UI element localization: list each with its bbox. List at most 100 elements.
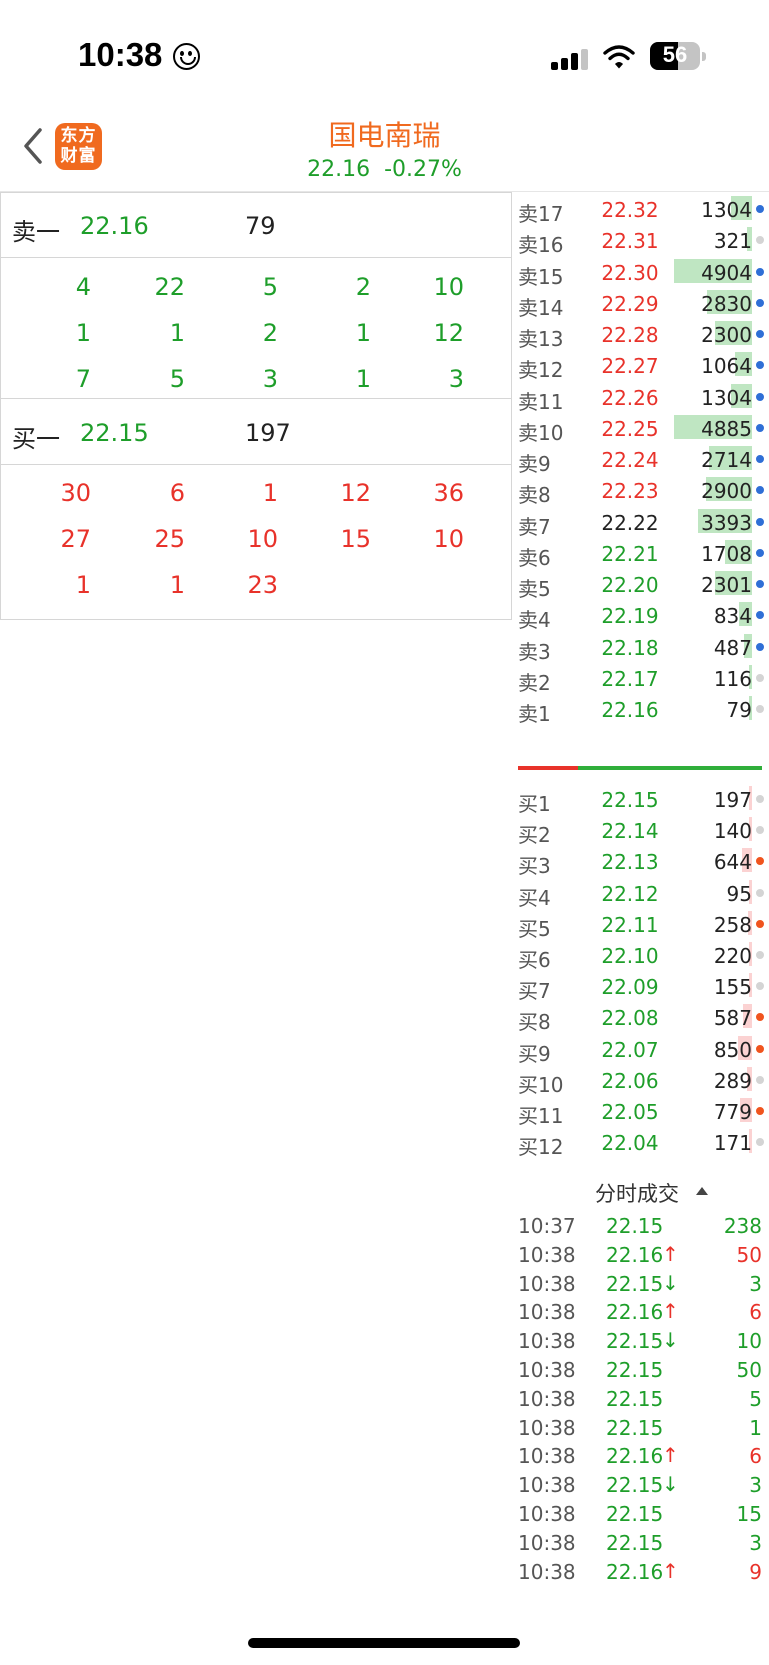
- battery-icon: 56: [650, 42, 706, 70]
- bid-level-row[interactable]: 买5 22.11 258: [512, 907, 769, 941]
- trade-time: 10:38: [518, 1358, 576, 1382]
- home-indicator[interactable]: [248, 1638, 520, 1648]
- trade-volume: 6: [749, 1444, 762, 1469]
- queue-order-volume: 10: [433, 273, 464, 301]
- order-book[interactable]: 卖17 22.32 1304 卖16 22.31 321 卖15 22.30 4904 卖14 22…: [512, 192, 769, 1174]
- queue-order-volume: 30: [60, 479, 91, 507]
- ask-level-row[interactable]: 卖15 22.30 4904: [512, 255, 769, 289]
- bid-level-row[interactable]: 买6 22.10 220: [512, 938, 769, 972]
- trade-row: 10:38 22.15 ↓ 3: [512, 1468, 769, 1498]
- ask-level-row[interactable]: 卖2 22.17 116: [512, 661, 769, 695]
- bid-level-volume: 779: [713, 1100, 752, 1124]
- stock-price: 22.16: [307, 157, 371, 182]
- trade-time: 10:38: [518, 1473, 576, 1498]
- signal-bar: [571, 53, 578, 70]
- ask1-row[interactable]: 卖一 22.16 79: [1, 193, 511, 258]
- ask1-queue-grid: 4 22 5 2 10 1 1 2 1 12 7 5 3 1 3: [1, 259, 511, 399]
- bid-level-row[interactable]: 买11 22.05 779: [512, 1094, 769, 1128]
- ask-level-volume: 2301: [701, 573, 752, 597]
- order-dot-icon: [756, 267, 764, 276]
- ask-level-row[interactable]: 卖8 22.23 2900: [512, 473, 769, 507]
- ask-level-row[interactable]: 卖5 22.20 2301: [512, 567, 769, 601]
- order-dot-icon: [756, 888, 764, 897]
- bid1-row[interactable]: 买一 22.15 197: [1, 400, 511, 465]
- trade-time: 10:37: [518, 1214, 576, 1238]
- trade-price: 22.16: [606, 1444, 664, 1469]
- order-dot-icon: [756, 795, 764, 803]
- bid-level-volume: 220: [713, 944, 752, 968]
- ask-level-row[interactable]: 卖11 22.26 1304: [512, 380, 769, 414]
- ask-level-volume: 834: [713, 604, 752, 629]
- signal-bar: [581, 48, 588, 70]
- ask-level-row[interactable]: 卖10 22.25 4885: [512, 411, 769, 445]
- trade-time: 10:38: [518, 1386, 576, 1411]
- ask-level-row[interactable]: 卖12 22.27 1064: [512, 348, 769, 382]
- bid-level-volume: 140: [713, 819, 752, 844]
- order-dot-icon: [756, 611, 764, 620]
- bid-level-row[interactable]: 买4 22.12 95: [512, 876, 769, 910]
- order-dot-icon: [756, 486, 764, 495]
- trade-price: 22.15: [606, 1502, 664, 1526]
- ask-level-row[interactable]: 卖14 22.29 2830: [512, 286, 769, 320]
- status-time: 10:38: [78, 36, 163, 73]
- order-dot-icon: [756, 330, 764, 338]
- bid-level-row[interactable]: 买1 22.15 197: [512, 782, 769, 816]
- order-dot-icon: [756, 982, 764, 991]
- trade-volume: 50: [736, 1358, 762, 1382]
- bid-level-row[interactable]: 买7 22.09 155: [512, 969, 769, 1003]
- bid-level-volume: 258: [713, 912, 752, 937]
- ask-level-row[interactable]: 卖13 22.28 2300: [512, 317, 769, 351]
- ask-level-volume: 2830: [701, 291, 752, 316]
- ask-level-row[interactable]: 卖7 22.22 3393: [512, 505, 769, 539]
- bid-level-row[interactable]: 买3 22.13 644: [512, 844, 769, 878]
- trade-volume: 238: [723, 1214, 762, 1238]
- ask-level-row[interactable]: 卖17 22.32 1304: [512, 192, 769, 226]
- trade-price: 22.15: [606, 1271, 664, 1296]
- order-dot-icon: [756, 361, 764, 370]
- queue-order-volume: 1: [75, 319, 91, 347]
- trade-row: 10:38 22.16 ↑ 6: [512, 1439, 769, 1469]
- ask-level-label: 卖1: [518, 702, 551, 726]
- trade-price: 22.15: [606, 1530, 664, 1555]
- bid-level-volume: 587: [713, 1006, 752, 1031]
- trade-volume: 3: [749, 1530, 762, 1555]
- queue-order-volume: 2: [262, 319, 278, 347]
- queue-order-volume: 15: [340, 525, 371, 553]
- ask-level-row[interactable]: 卖1 22.16 79: [512, 692, 769, 726]
- tick-trades-header[interactable]: 分时成交: [512, 1174, 769, 1208]
- trade-time: 10:38: [518, 1530, 576, 1555]
- arrow-down-icon: ↓: [662, 1472, 679, 1497]
- ask-level-row[interactable]: 卖6 22.21 1708: [512, 536, 769, 570]
- arrow-up-icon: ↑: [662, 1299, 679, 1324]
- bid-level-volume: 155: [713, 975, 752, 1000]
- bid-level-row[interactable]: 买10 22.06 289: [512, 1063, 769, 1097]
- queue-order-volume: 1: [75, 571, 91, 599]
- queue-order-volume: 3: [262, 365, 278, 393]
- trade-price: 22.15: [606, 1473, 664, 1498]
- bid-level-row[interactable]: 买8 22.08 587: [512, 1000, 769, 1034]
- signal-icon: [551, 48, 591, 70]
- trade-row: 10:38 22.15 3: [512, 1526, 769, 1556]
- bid-level-row[interactable]: 买9 22.07 850: [512, 1032, 769, 1066]
- queue-order-volume: 3: [448, 365, 464, 393]
- level1-queue-panel: 卖一 22.16 79 4 22 5 2 10 1 1 2 1 12 7 5 3 1 3 买一 22.15 …: [0, 192, 512, 620]
- bid-level-row[interactable]: 买12 22.04 171: [512, 1125, 769, 1159]
- order-dot-icon: [756, 642, 764, 651]
- ask-level-row[interactable]: 卖16 22.31 321: [512, 223, 769, 257]
- order-dot-icon: [756, 1107, 764, 1115]
- bid-level-volume: 289: [713, 1068, 752, 1093]
- bid-queue-row: 30 6 1 12 36: [1, 469, 511, 517]
- queue-order-volume: 36: [433, 479, 464, 507]
- arrow-down-icon: ↓: [662, 1328, 679, 1353]
- ask-level-row[interactable]: 卖4 22.19 834: [512, 598, 769, 632]
- ask-level-row[interactable]: 卖3 22.18 487: [512, 630, 769, 664]
- order-dot-icon: [756, 423, 764, 432]
- trade-volume: 3: [749, 1271, 762, 1296]
- queue-order-volume: 27: [60, 525, 91, 553]
- ask-level-row[interactable]: 卖9 22.24 2714: [512, 442, 769, 476]
- ask-level-volume: 2714: [701, 448, 752, 472]
- trade-volume: 6: [749, 1300, 762, 1325]
- bid-level-row[interactable]: 买2 22.14 140: [512, 813, 769, 847]
- tick-trades: 分时成交 10:37 22.15 238 10:38 22.16 ↑ 50 10:38 22.1…: [512, 1172, 769, 1602]
- trade-time: 10:38: [518, 1415, 576, 1440]
